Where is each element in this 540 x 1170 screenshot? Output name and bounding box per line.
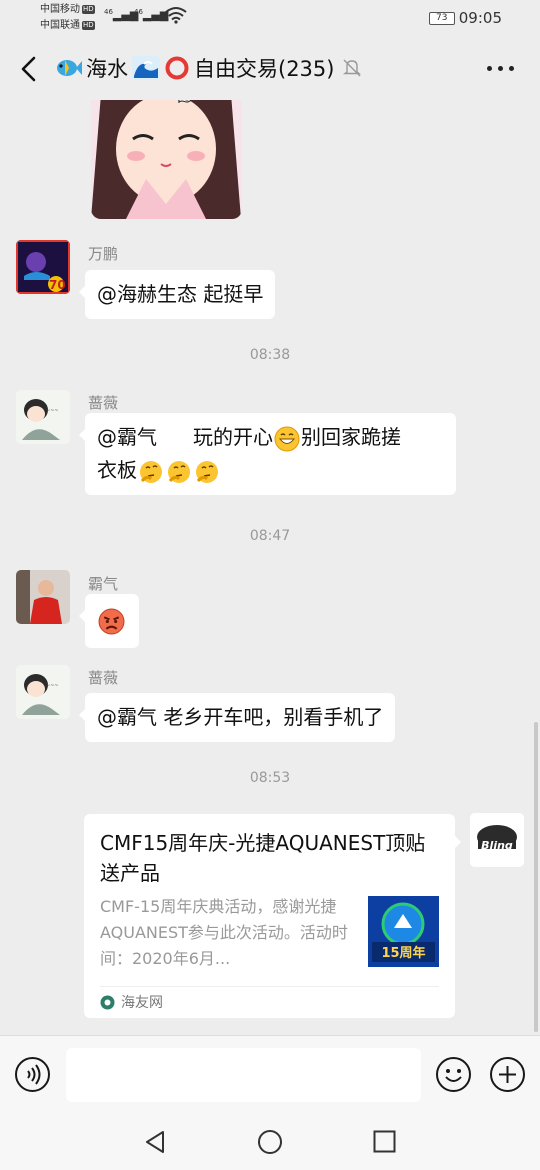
card-description: CMF-15周年庆典活动，感谢光捷AQUANEST参与此次活动。活动时间：202… [100,897,348,968]
svg-text:~~~: ~~~ [46,408,59,414]
shared-link-card[interactable]: CMF15周年庆-光捷AQUANEST顶贴送产品 CMF-15周年庆典活动，感谢… [84,814,461,1018]
title-text-2: 自由交易(235) [194,57,335,81]
hollow-circle-emoji-icon [165,56,189,80]
sender-name: 蔷薇 [88,669,119,687]
avatar-baqi[interactable] [16,570,70,624]
card-source-name: 海友网 [121,995,163,1011]
chat-header: 海水 自由交易(235) [0,38,540,100]
nav-back-icon[interactable] [143,1129,167,1155]
avatar-qiangwei[interactable]: ~~~ [16,390,70,444]
chat-scrollbar[interactable] [534,722,538,1032]
back-icon[interactable] [14,52,44,86]
sender-name: 蔷薇 [88,394,119,412]
message-bubble[interactable]: @霸气 老乡开车吧，别看手机了 [78,693,396,742]
carrier-1: 中国移动 HD [40,4,95,15]
battery-icon: 73 [428,11,455,25]
input-bar [0,1035,540,1115]
nav-home-icon[interactable] [257,1129,283,1155]
avatar-qiangwei[interactable]: ~~~ [16,665,70,719]
grinning-emoji-icon [274,426,300,451]
title-text-1: 海水 [86,57,128,81]
card-thumbnail-label: 15周年 [381,945,425,961]
nav-recent-apps-icon[interactable] [373,1130,396,1153]
avatar-self-logo: Bling [481,839,513,852]
clock: 09:05 [458,9,502,27]
timestamp: 08:47 [249,528,291,544]
voice-input-icon[interactable] [14,1056,51,1093]
message-bubble[interactable] [79,594,139,648]
more-actions-plus-icon[interactable] [489,1056,526,1093]
status-bar: 中国移动 HD 中国联通 HD 46▂▄▆ 46▂▄▆ 73 09:05 [0,0,540,38]
avatar-self[interactable]: Bling [470,813,524,867]
fish-emoji-icon [57,60,82,76]
message-text: @海赫生态 起挺早 [97,282,264,306]
svg-text:70: 70 [49,278,66,292]
mute-bell-icon [342,59,362,77]
message-bubble[interactable]: @海赫生态 起挺早 [78,270,276,319]
card-divider [100,986,439,987]
message-list[interactable]: ~ 70 万鹏 @海赫生态 起挺早 08:38 ~~~ 蔷薇 @霸气 玩的开心 别回… [0,100,540,1035]
mention: @霸气 [97,425,157,449]
wave-emoji-icon [132,56,160,80]
thinking-emoji-icon [140,460,162,483]
more-icon[interactable] [487,66,514,71]
carrier-2: 中国联通 HD [40,20,95,31]
message-text: 玩的开心 [193,425,273,449]
message-text: 衣板 [97,458,137,482]
emoji-picker-icon[interactable] [435,1056,472,1093]
mini-program-icon [100,995,115,1009]
chat-title[interactable]: 海水 自由交易(235) [54,53,334,83]
sticker-image[interactable]: ~ [91,100,242,219]
svg-text:~: ~ [177,100,192,111]
timestamp: 08:53 [249,770,291,786]
card-source[interactable]: 海友网 [100,992,163,1012]
card-title: CMF15周年庆-光捷AQUANEST顶贴送产品 [100,831,426,885]
sender-name: 霸气 [88,575,119,593]
signal-icon-2: 46▂▄▆ [134,8,169,22]
message-input[interactable] [66,1048,421,1102]
card-thumbnail: 15周年 [368,896,439,967]
cartoon-girl-sticker: ~ [91,100,242,219]
timestamp: 08:38 [249,347,291,363]
thinking-emoji-icon [196,460,218,483]
message-text: 别回家跪搓 [301,425,401,449]
wifi-icon [165,7,187,24]
sender-name: 万鹏 [88,245,119,263]
message-bubble[interactable]: @霸气 玩的开心 别回家跪搓衣板 [79,413,456,495]
svg-text:~~~: ~~~ [46,683,59,689]
message-text: @霸气 老乡开车吧，别看手机了 [97,705,384,729]
system-navigation-bar [0,1115,540,1170]
angry-emoji-icon [98,608,125,635]
thinking-emoji-icon [168,460,190,483]
avatar-wanpeng[interactable]: 70 [16,240,70,294]
